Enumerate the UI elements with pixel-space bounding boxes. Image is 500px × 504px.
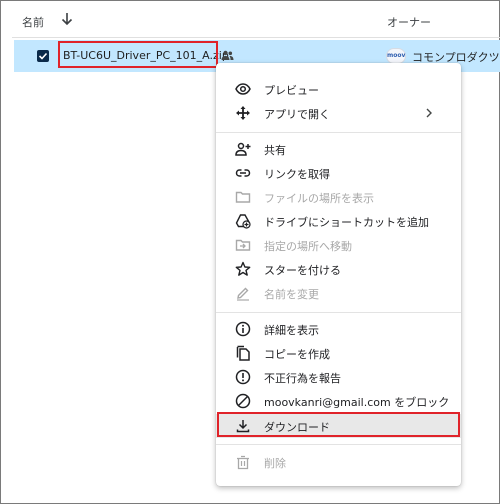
menu-label-add-star: スターを付ける (264, 264, 341, 277)
menu-item-make-copy[interactable]: コピーを作成 (216, 341, 461, 365)
file-name-highlight-box (58, 41, 218, 68)
menu-divider (216, 444, 461, 445)
menu-label-make-copy: コピーを作成 (264, 348, 330, 361)
menu-item-report-abuse[interactable]: 不正行為を報告 (216, 365, 461, 389)
menu-label-share: 共有 (264, 144, 286, 157)
menu-item-get-link[interactable]: リンクを取得 (216, 161, 461, 185)
column-header-owner[interactable]: オーナー (387, 14, 431, 30)
menu-label-report-abuse: 不正行為を報告 (264, 372, 341, 385)
check-icon (38, 52, 48, 60)
shared-people-icon (221, 50, 234, 60)
menu-divider (216, 132, 461, 133)
menu-label-get-link: リンクを取得 (264, 168, 330, 181)
menu-item-add-shortcut[interactable]: ドライブにショートカットを追加 (216, 209, 461, 233)
menu-item-preview[interactable]: プレビュー (216, 77, 461, 101)
menu-item-details[interactable]: 詳細を表示 (216, 317, 461, 341)
trash-icon (237, 455, 249, 470)
eye-icon (235, 83, 251, 95)
move-arrows-icon (236, 106, 250, 120)
menu-item-move-to: 指定の場所へ移動 (216, 233, 461, 257)
column-header-name[interactable]: 名前 (22, 14, 44, 30)
menu-item-rename: 名前を変更 (216, 281, 461, 305)
info-icon (235, 321, 251, 337)
menu-label-move-to: 指定の場所へ移動 (264, 240, 352, 253)
menu-label-open-with: アプリで開く (264, 108, 330, 121)
chevron-right-icon (426, 108, 432, 118)
drive-shortcut-add-icon (235, 214, 251, 229)
menu-item-open-with[interactable]: アプリで開く (216, 101, 461, 125)
report-alert-icon (235, 369, 251, 385)
download-highlight-box (217, 412, 460, 437)
star-icon (235, 261, 251, 276)
folder-move-icon (235, 239, 251, 251)
menu-label-details: 詳細を表示 (264, 324, 319, 337)
owner-avatar: moov (386, 48, 406, 64)
menu-item-share[interactable]: 共有 (216, 137, 461, 161)
row-checkbox-checked[interactable] (37, 50, 49, 62)
menu-label-rename: 名前を変更 (264, 288, 319, 301)
menu-item-add-star[interactable]: スターを付ける (216, 257, 461, 281)
menu-label-preview: プレビュー (264, 84, 319, 97)
menu-divider (216, 312, 461, 313)
link-icon (235, 169, 251, 177)
menu-item-delete: 削除 (216, 450, 461, 474)
person-add-icon (235, 142, 251, 156)
copy-icon (236, 345, 250, 361)
menu-label-delete: 削除 (264, 457, 286, 470)
menu-item-block-user[interactable]: moovkanri@gmail.com をブロック (216, 389, 461, 413)
header-divider (12, 37, 500, 38)
block-icon (235, 393, 251, 409)
menu-label-add-shortcut: ドライブにショートカットを追加 (264, 216, 429, 229)
pencil-edit-icon (237, 287, 249, 301)
sort-down-arrow-icon[interactable] (60, 11, 74, 27)
menu-item-show-location: ファイルの場所を表示 (216, 185, 461, 209)
folder-icon (235, 191, 251, 203)
menu-label-show-location: ファイルの場所を表示 (264, 192, 374, 205)
menu-label-block-user: moovkanri@gmail.com をブロック (264, 396, 450, 409)
